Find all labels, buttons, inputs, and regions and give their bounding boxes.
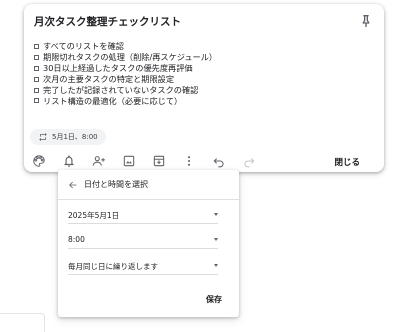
reminder-bell-icon[interactable] — [62, 154, 76, 168]
reminder-chip[interactable]: 5月1日、8:00 — [30, 129, 106, 145]
checkbox[interactable] — [34, 87, 39, 93]
undo-icon[interactable] — [212, 154, 226, 168]
reminder-popup: 日付と時間を選択 2025年5月1日 8:00 毎月同じ日に繰り返します 保存 — [58, 170, 239, 317]
checklist-item[interactable]: すべてのリストを確認 — [34, 41, 217, 52]
checklist-item-text[interactable]: 30日以上経過したタスクの優先度再評価 — [43, 63, 193, 74]
checklist-item[interactable]: 期限切れタスクの処理（削除/再スケジュール） — [34, 52, 217, 63]
note-card[interactable]: 月次タスク整理チェックリスト すべてのリストを確認 期限切れタスクの処理（削除/… — [24, 4, 384, 172]
divider — [58, 199, 239, 200]
popup-header: 日付と時間を選択 — [68, 179, 148, 190]
checkbox[interactable] — [34, 43, 39, 49]
dropdown-caret-icon — [214, 264, 218, 267]
back-arrow-icon[interactable] — [68, 180, 78, 190]
checklist-item[interactable]: リスト構造の最適化（必要に応じて） — [34, 96, 217, 107]
date-value: 2025年5月1日 — [68, 211, 120, 220]
more-vert-icon[interactable] — [182, 154, 196, 168]
dropdown-caret-icon — [214, 213, 218, 216]
checklist-item[interactable]: 完了したが記録されていないタスクの確認 — [34, 85, 217, 96]
checkbox[interactable] — [34, 98, 39, 104]
popup-title: 日付と時間を選択 — [84, 180, 148, 189]
dropdown-caret-icon — [214, 238, 218, 241]
repeat-value: 毎月同じ日に繰り返します — [68, 262, 158, 271]
repeat-icon — [39, 132, 47, 142]
checklist-item[interactable]: 30日以上経過したタスクの優先度再評価 — [34, 63, 217, 74]
checkbox[interactable] — [34, 54, 39, 60]
archive-icon[interactable] — [152, 154, 166, 168]
pin-icon[interactable] — [358, 13, 374, 29]
time-select[interactable]: 8:00 — [68, 235, 218, 249]
reminder-chip-label: 5月1日、8:00 — [52, 133, 98, 141]
collaborator-icon[interactable] — [92, 154, 106, 168]
checklist-item-text[interactable]: すべてのリストを確認 — [43, 41, 124, 52]
checklist: すべてのリストを確認 期限切れタスクの処理（削除/再スケジュール） 30日以上経… — [34, 41, 217, 106]
save-button[interactable]: 保存 — [206, 294, 222, 305]
repeat-select[interactable]: 毎月同じ日に繰り返します — [68, 261, 218, 275]
checklist-item[interactable]: 次月の主要タスクの特定と期限設定 — [34, 74, 217, 85]
palette-icon[interactable] — [32, 154, 46, 168]
note-title[interactable]: 月次タスク整理チェックリスト — [34, 14, 181, 29]
checklist-item-text[interactable]: 次月の主要タスクの特定と期限設定 — [43, 74, 174, 85]
checkbox[interactable] — [34, 76, 39, 82]
checklist-item-text[interactable]: リスト構造の最適化（必要に応じて） — [43, 96, 182, 107]
note-card-partial[interactable] — [0, 313, 45, 332]
date-select[interactable]: 2025年5月1日 — [68, 210, 218, 224]
redo-icon[interactable] — [242, 154, 256, 168]
image-icon[interactable] — [122, 154, 136, 168]
time-value: 8:00 — [68, 235, 85, 244]
checklist-item-text[interactable]: 完了したが記録されていないタスクの確認 — [43, 85, 198, 96]
checklist-item-text[interactable]: 期限切れタスクの処理（削除/再スケジュール） — [43, 52, 217, 63]
note-toolbar: 閉じる — [24, 151, 384, 171]
close-button[interactable]: 閉じる — [334, 156, 360, 168]
checkbox[interactable] — [34, 65, 39, 71]
